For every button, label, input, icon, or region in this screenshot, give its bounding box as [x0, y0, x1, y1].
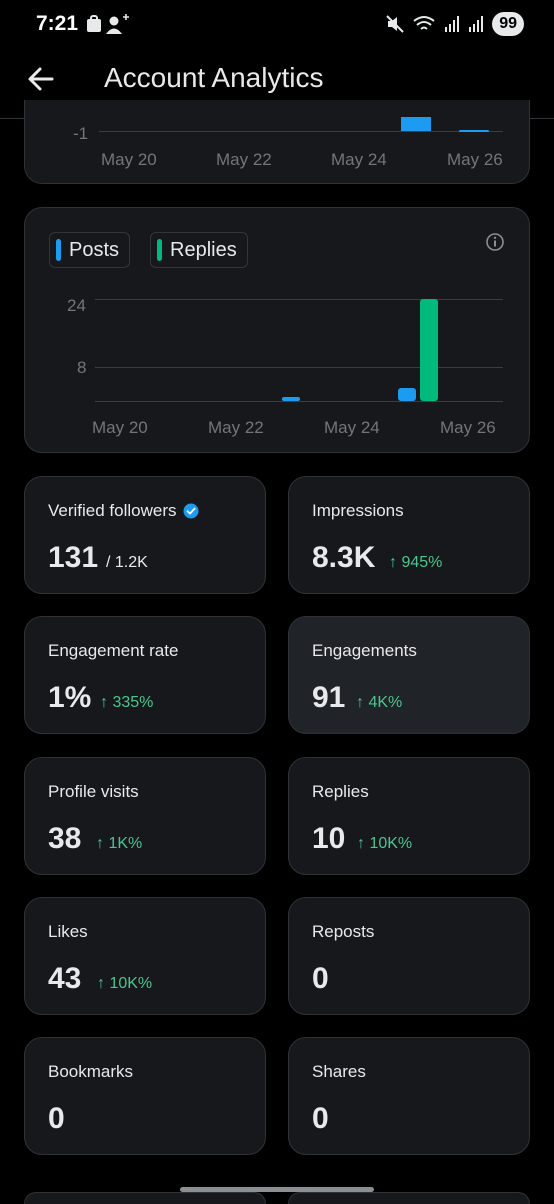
next-card-peek — [24, 1192, 266, 1204]
chart-bar — [401, 117, 431, 131]
stat-label: Impressions — [312, 501, 404, 520]
stat-value: 91 — [312, 681, 346, 714]
status-bar: 7:21 99 — [0, 0, 554, 48]
y-tick-label: 8 — [77, 358, 87, 377]
gridline — [99, 131, 503, 132]
stat-label: Replies — [312, 782, 369, 801]
stat-label: Engagements — [312, 641, 417, 660]
notification-icons — [87, 14, 129, 34]
chart-bar — [459, 130, 489, 132]
stat-reposts[interactable]: Reposts 0 — [288, 897, 530, 1015]
info-icon[interactable] — [485, 232, 505, 252]
x-tick-label: May 20 — [101, 150, 157, 169]
stat-profile-visits[interactable]: Profile visits 38 ↑ 1K% — [24, 757, 266, 875]
stat-likes[interactable]: Likes 43 ↑ 10K% — [24, 897, 266, 1015]
x-tick-label: May 22 — [208, 418, 264, 437]
arrow-left-icon[interactable] — [26, 64, 56, 94]
battery-badge: 99 — [492, 12, 524, 36]
stat-replies[interactable]: Replies 10 ↑ 10K% — [288, 757, 530, 875]
x-tick-label: May 26 — [447, 150, 503, 169]
legend-replies[interactable]: Replies — [150, 232, 248, 268]
stat-label: Likes — [48, 922, 88, 941]
page-title: Account Analytics — [104, 62, 324, 93]
stat-label: Reposts — [312, 922, 375, 941]
stat-value: 131 — [48, 541, 99, 574]
y-tick-label: -1 — [73, 124, 89, 143]
posts-color-swatch — [56, 239, 61, 261]
stat-delta: ↑ 335% — [100, 694, 154, 711]
x-tick-label: May 24 — [324, 418, 380, 437]
x-tick-label: May 22 — [216, 150, 272, 169]
stat-delta: ↑ 1K% — [96, 835, 143, 852]
replies-color-swatch — [157, 239, 162, 261]
chart-bar-replies-may-25 — [420, 299, 438, 401]
legend-replies-label: Replies — [170, 238, 237, 261]
stat-value: 0 — [48, 1102, 65, 1135]
x-tick-label: May 26 — [440, 418, 496, 437]
x-axis-line — [95, 401, 503, 402]
stat-impressions[interactable]: Impressions 8.3K ↑ 945% — [288, 476, 530, 594]
legend-posts[interactable]: Posts — [49, 232, 131, 268]
status-time: 7:21 — [36, 12, 79, 35]
stat-label: Profile visits — [48, 782, 139, 801]
x-tick-label: May 20 — [92, 418, 148, 437]
next-card-peek — [288, 1192, 530, 1204]
stat-delta: ↑ 945% — [389, 554, 443, 571]
chart-bar-posts-may-23 — [282, 396, 301, 401]
chart-bar-posts-may-25 — [398, 388, 416, 401]
stat-delta: ↑ 10K% — [97, 975, 153, 992]
stat-label: Engagement rate — [48, 641, 179, 660]
stat-value: 0 — [312, 1102, 329, 1135]
stat-label: Shares — [312, 1062, 366, 1081]
engagement-chart-card: Posts Replies 24 8 May 20 May 22 May 24 … — [24, 207, 530, 453]
stat-value: 0 — [312, 962, 329, 995]
stat-engagement-rate[interactable]: Engagement rate 1% ↑ 335% — [24, 616, 266, 734]
mute-icon — [386, 15, 404, 33]
stat-value: 8.3K — [312, 541, 376, 574]
stat-value: 1% — [48, 681, 92, 714]
stat-value: 43 — [48, 962, 82, 995]
stat-label: Verified followers — [48, 501, 177, 520]
stat-value: 10 — [312, 822, 346, 855]
signal-icon-2 — [469, 16, 484, 32]
signal-icon — [445, 16, 460, 32]
stat-sub: / 1.2K — [106, 554, 148, 571]
home-indicator[interactable] — [180, 1187, 374, 1192]
stat-delta: ↑ 10K% — [357, 835, 413, 852]
stat-label: Bookmarks — [48, 1062, 134, 1081]
stat-delta: ↑ 4K% — [356, 694, 403, 711]
wifi-icon — [413, 16, 435, 30]
stat-verified-followers[interactable]: Verified followers 131 / 1.2K — [24, 476, 266, 594]
stat-value: 38 — [48, 822, 82, 855]
stat-shares[interactable]: Shares 0 — [288, 1037, 530, 1155]
stat-bookmarks[interactable]: Bookmarks 0 — [24, 1037, 266, 1155]
impressions-chart-card: -1 May 20 May 22 May 24 May 26 — [24, 100, 530, 184]
stat-engagements[interactable]: Engagements 91 ↑ 4K% — [288, 616, 530, 734]
legend-posts-label: Posts — [69, 238, 120, 261]
gridline — [95, 299, 503, 300]
verified-badge-icon — [183, 503, 199, 519]
gridline — [95, 367, 503, 368]
x-tick-label: May 24 — [331, 150, 387, 169]
y-tick-label: 24 — [67, 296, 86, 315]
